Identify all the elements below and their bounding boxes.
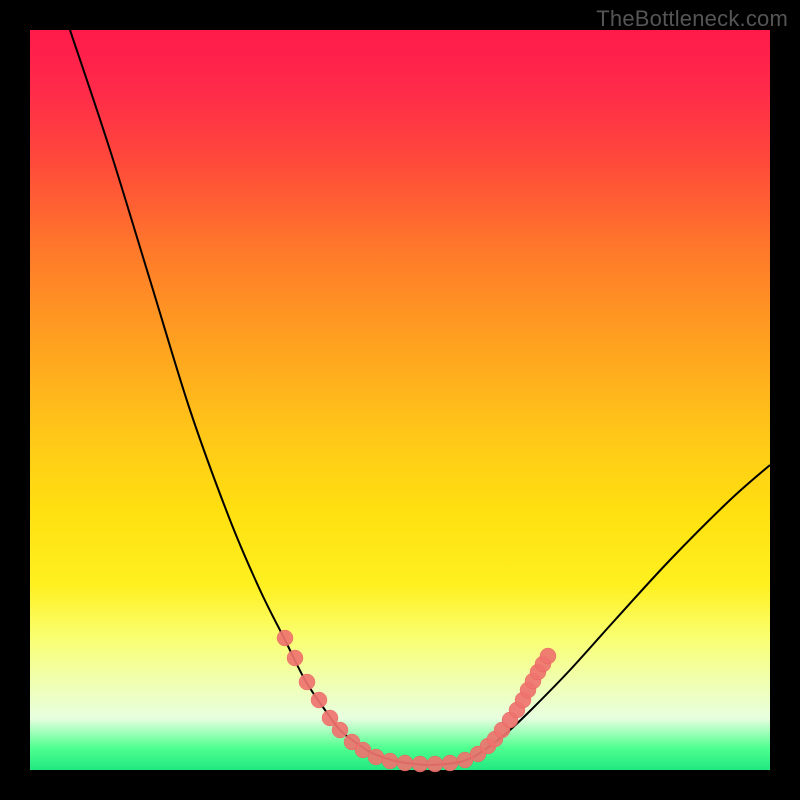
marker-dot (412, 756, 428, 772)
marker-dot (311, 692, 327, 708)
marker-dot (427, 756, 443, 772)
marker-dot (287, 650, 303, 666)
marker-group (277, 630, 556, 772)
marker-dot (299, 674, 315, 690)
marker-dot (368, 749, 384, 765)
plot-area (30, 30, 770, 770)
marker-dot (442, 755, 458, 771)
marker-dot (332, 722, 348, 738)
marker-dot (277, 630, 293, 646)
bottleneck-curve (70, 30, 770, 765)
watermark-text: TheBottleneck.com (596, 6, 788, 32)
chart-frame: TheBottleneck.com (0, 0, 800, 800)
curve-svg (30, 30, 770, 770)
marker-dot (382, 753, 398, 769)
marker-dot (397, 755, 413, 771)
marker-dot (540, 648, 556, 664)
